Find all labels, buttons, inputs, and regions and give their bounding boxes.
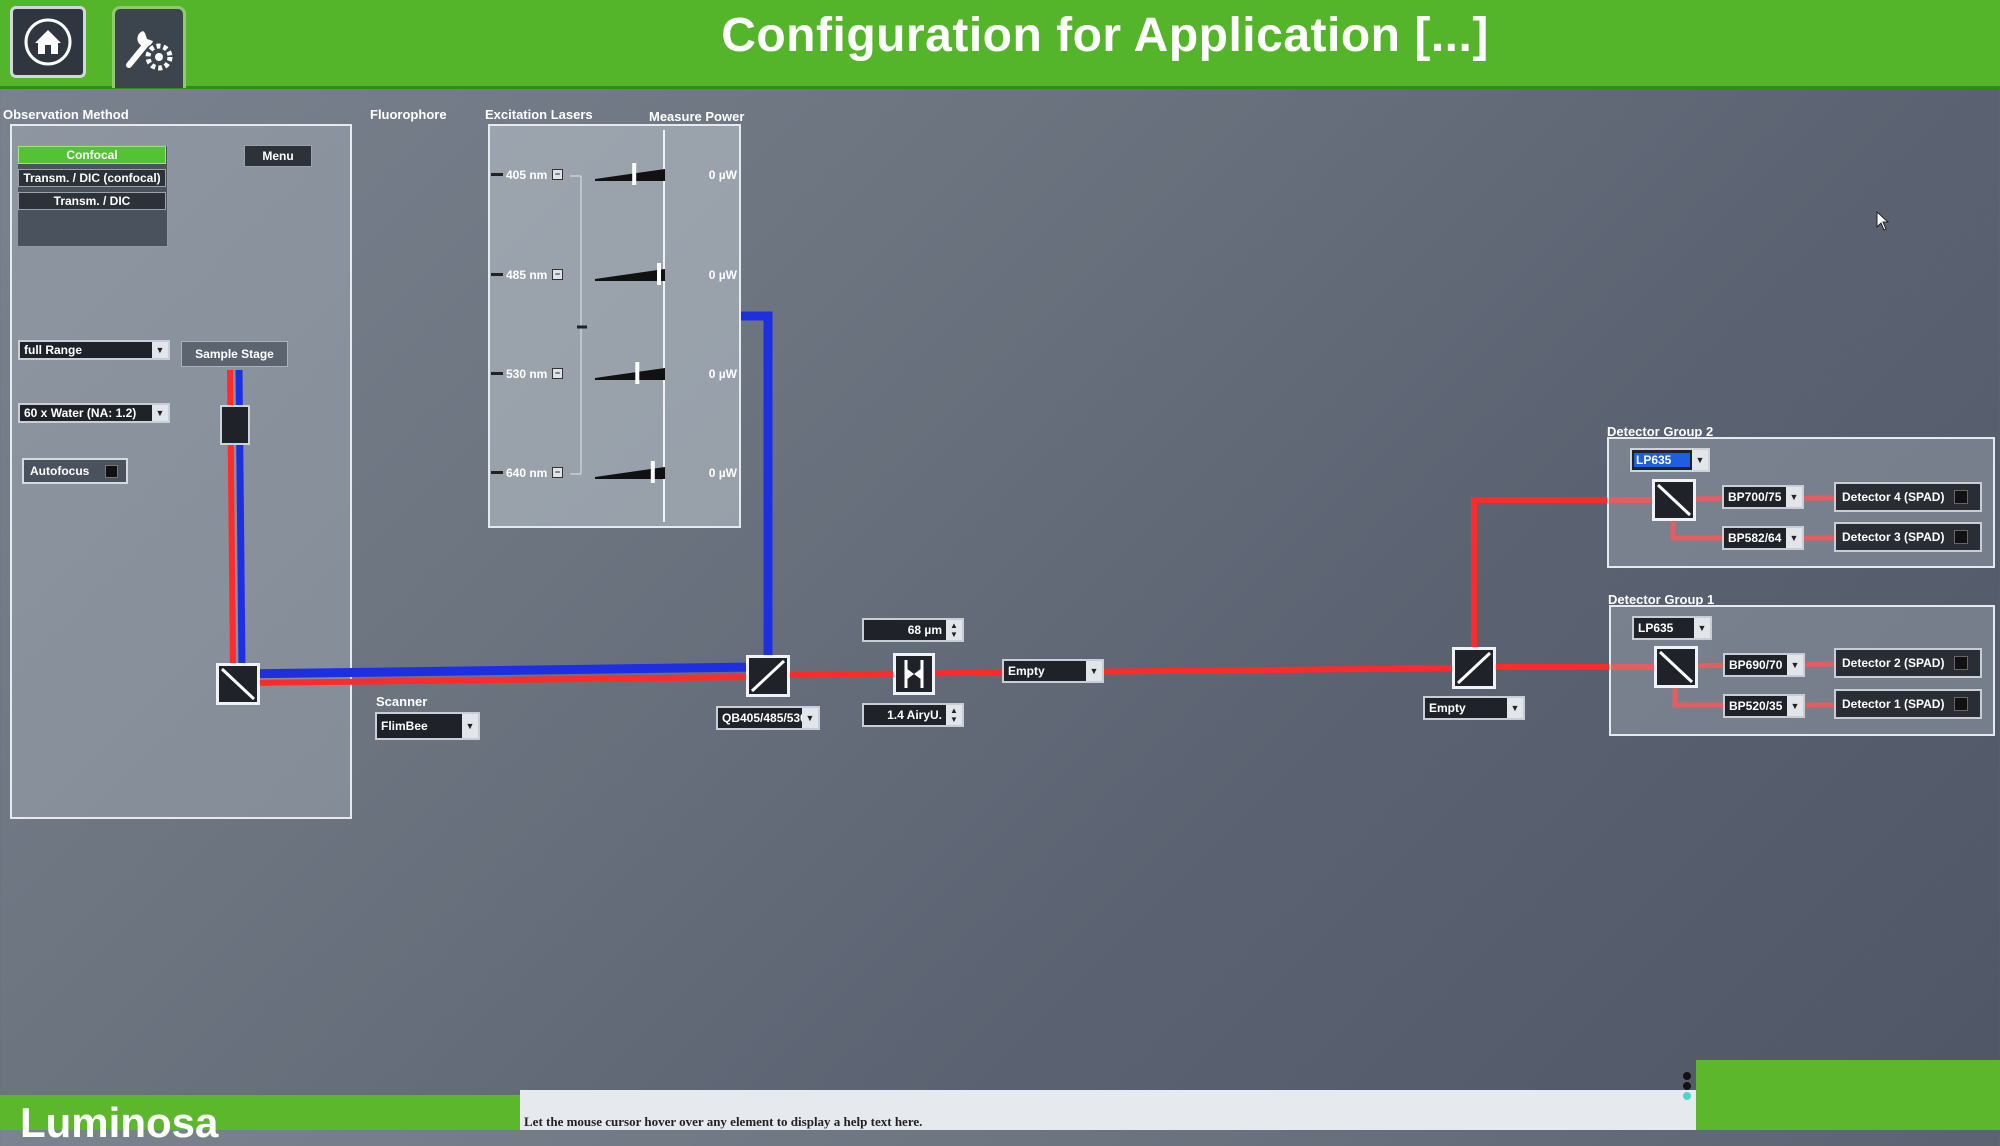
detector-3[interactable]: Detector 3 (SPAD)	[1834, 522, 1982, 552]
emission-filter-value: Empty	[1008, 664, 1045, 678]
dichroic-select-value: QB405/485/530	[722, 711, 802, 725]
chevron-down-icon: ▼	[1786, 487, 1802, 507]
group2-longpass-select[interactable]: LP635 ▼	[1630, 448, 1710, 472]
group2-dichroic[interactable]	[1652, 479, 1696, 521]
mirror-icon	[220, 667, 256, 701]
chevron-down-icon: ▼	[1787, 655, 1803, 675]
footer-brand-bar: Luminosa	[0, 1095, 520, 1144]
help-text: Let the mouse cursor hover over any elem…	[524, 1114, 923, 1129]
detector-1-checkbox[interactable]	[1954, 697, 1968, 711]
dichroic-icon	[1656, 483, 1692, 517]
mouse-cursor-icon	[1876, 211, 1890, 231]
objective-icon[interactable]	[220, 405, 250, 445]
splitter-select[interactable]: Empty ▼	[1423, 696, 1525, 720]
chevron-down-icon: ▼	[1507, 698, 1523, 718]
group2-filter-2-select[interactable]: BP582/64 ▼	[1722, 526, 1804, 550]
stepper-arrows-icon[interactable]: ▲ ▼	[946, 705, 962, 725]
stage-mirror[interactable]	[216, 663, 260, 705]
dichroic-icon	[1658, 650, 1694, 684]
beam-blue-main	[239, 662, 757, 679]
beam-blue-laser	[741, 311, 773, 668]
detector-2-checkbox[interactable]	[1954, 656, 1968, 670]
group1-filter-1-select[interactable]: BP690/70 ▼	[1723, 653, 1805, 677]
footer-brand: Luminosa	[20, 1099, 219, 1146]
group2-filter-2-value: BP582/64	[1728, 531, 1782, 545]
beam-red-main	[239, 674, 757, 686]
footer-green-right	[1696, 1060, 2000, 1130]
group2-filter-1-value: BP700/75	[1728, 490, 1782, 504]
dichroic-select[interactable]: QB405/485/530 ▼	[716, 706, 820, 730]
detector-3-label: Detector 3 (SPAD)	[1842, 530, 1945, 544]
detector-4-checkbox[interactable]	[1954, 490, 1968, 504]
detector-4[interactable]: Detector 4 (SPAD)	[1834, 482, 1982, 512]
chevron-down-icon: ▼	[1694, 618, 1710, 638]
pinhole-airy-stepper[interactable]: 1.4 AiryU. ▲ ▼	[862, 703, 964, 727]
dichroic-icon	[750, 659, 786, 693]
pinhole-airy-value: 1.4 AiryU.	[887, 708, 942, 722]
group2-filter-1-select[interactable]: BP700/75 ▼	[1722, 485, 1804, 509]
pinhole-icon	[904, 660, 924, 688]
beam-red-detection	[767, 665, 1476, 678]
group2-longpass-value: LP635	[1634, 453, 1690, 467]
pinhole-element[interactable]	[893, 653, 935, 695]
detector-2[interactable]: Detector 2 (SPAD)	[1834, 648, 1982, 678]
detector-2-label: Detector 2 (SPAD)	[1842, 656, 1945, 670]
group1-filter-2-select[interactable]: BP520/35 ▼	[1723, 694, 1805, 718]
detection-splitter[interactable]	[1452, 647, 1496, 689]
detector-3-checkbox[interactable]	[1954, 530, 1968, 544]
chevron-down-icon: ▼	[1086, 661, 1102, 681]
help-text-bar: Let the mouse cursor hover over any elem…	[520, 1090, 1696, 1130]
chevron-down-icon: ▼	[1786, 528, 1802, 548]
pinhole-size-stepper[interactable]: 68 µm ▲ ▼	[862, 618, 964, 642]
status-indicator	[1683, 1072, 1693, 1102]
chevron-down-icon: ▼	[1787, 696, 1803, 716]
group1-dichroic[interactable]	[1654, 646, 1698, 688]
splitter-icon	[1456, 651, 1492, 685]
detector-4-label: Detector 4 (SPAD)	[1842, 490, 1945, 504]
detector-1[interactable]: Detector 1 (SPAD)	[1834, 689, 1982, 719]
group1-filter-2-value: BP520/35	[1729, 699, 1783, 713]
group1-longpass-select[interactable]: LP635 ▼	[1632, 616, 1712, 640]
group1-longpass-value: LP635	[1638, 621, 1674, 635]
stepper-arrows-icon[interactable]: ▲ ▼	[946, 620, 962, 640]
main-dichroic[interactable]	[746, 655, 790, 697]
chevron-down-icon: ▼	[1692, 450, 1708, 470]
pinhole-size-value: 68 µm	[907, 623, 942, 637]
splitter-select-value: Empty	[1429, 701, 1466, 715]
group1-filter-1-value: BP690/70	[1729, 658, 1783, 672]
chevron-down-icon: ▼	[802, 708, 818, 728]
emission-filter-select[interactable]: Empty ▼	[1002, 659, 1104, 683]
detector-1-label: Detector 1 (SPAD)	[1842, 697, 1945, 711]
